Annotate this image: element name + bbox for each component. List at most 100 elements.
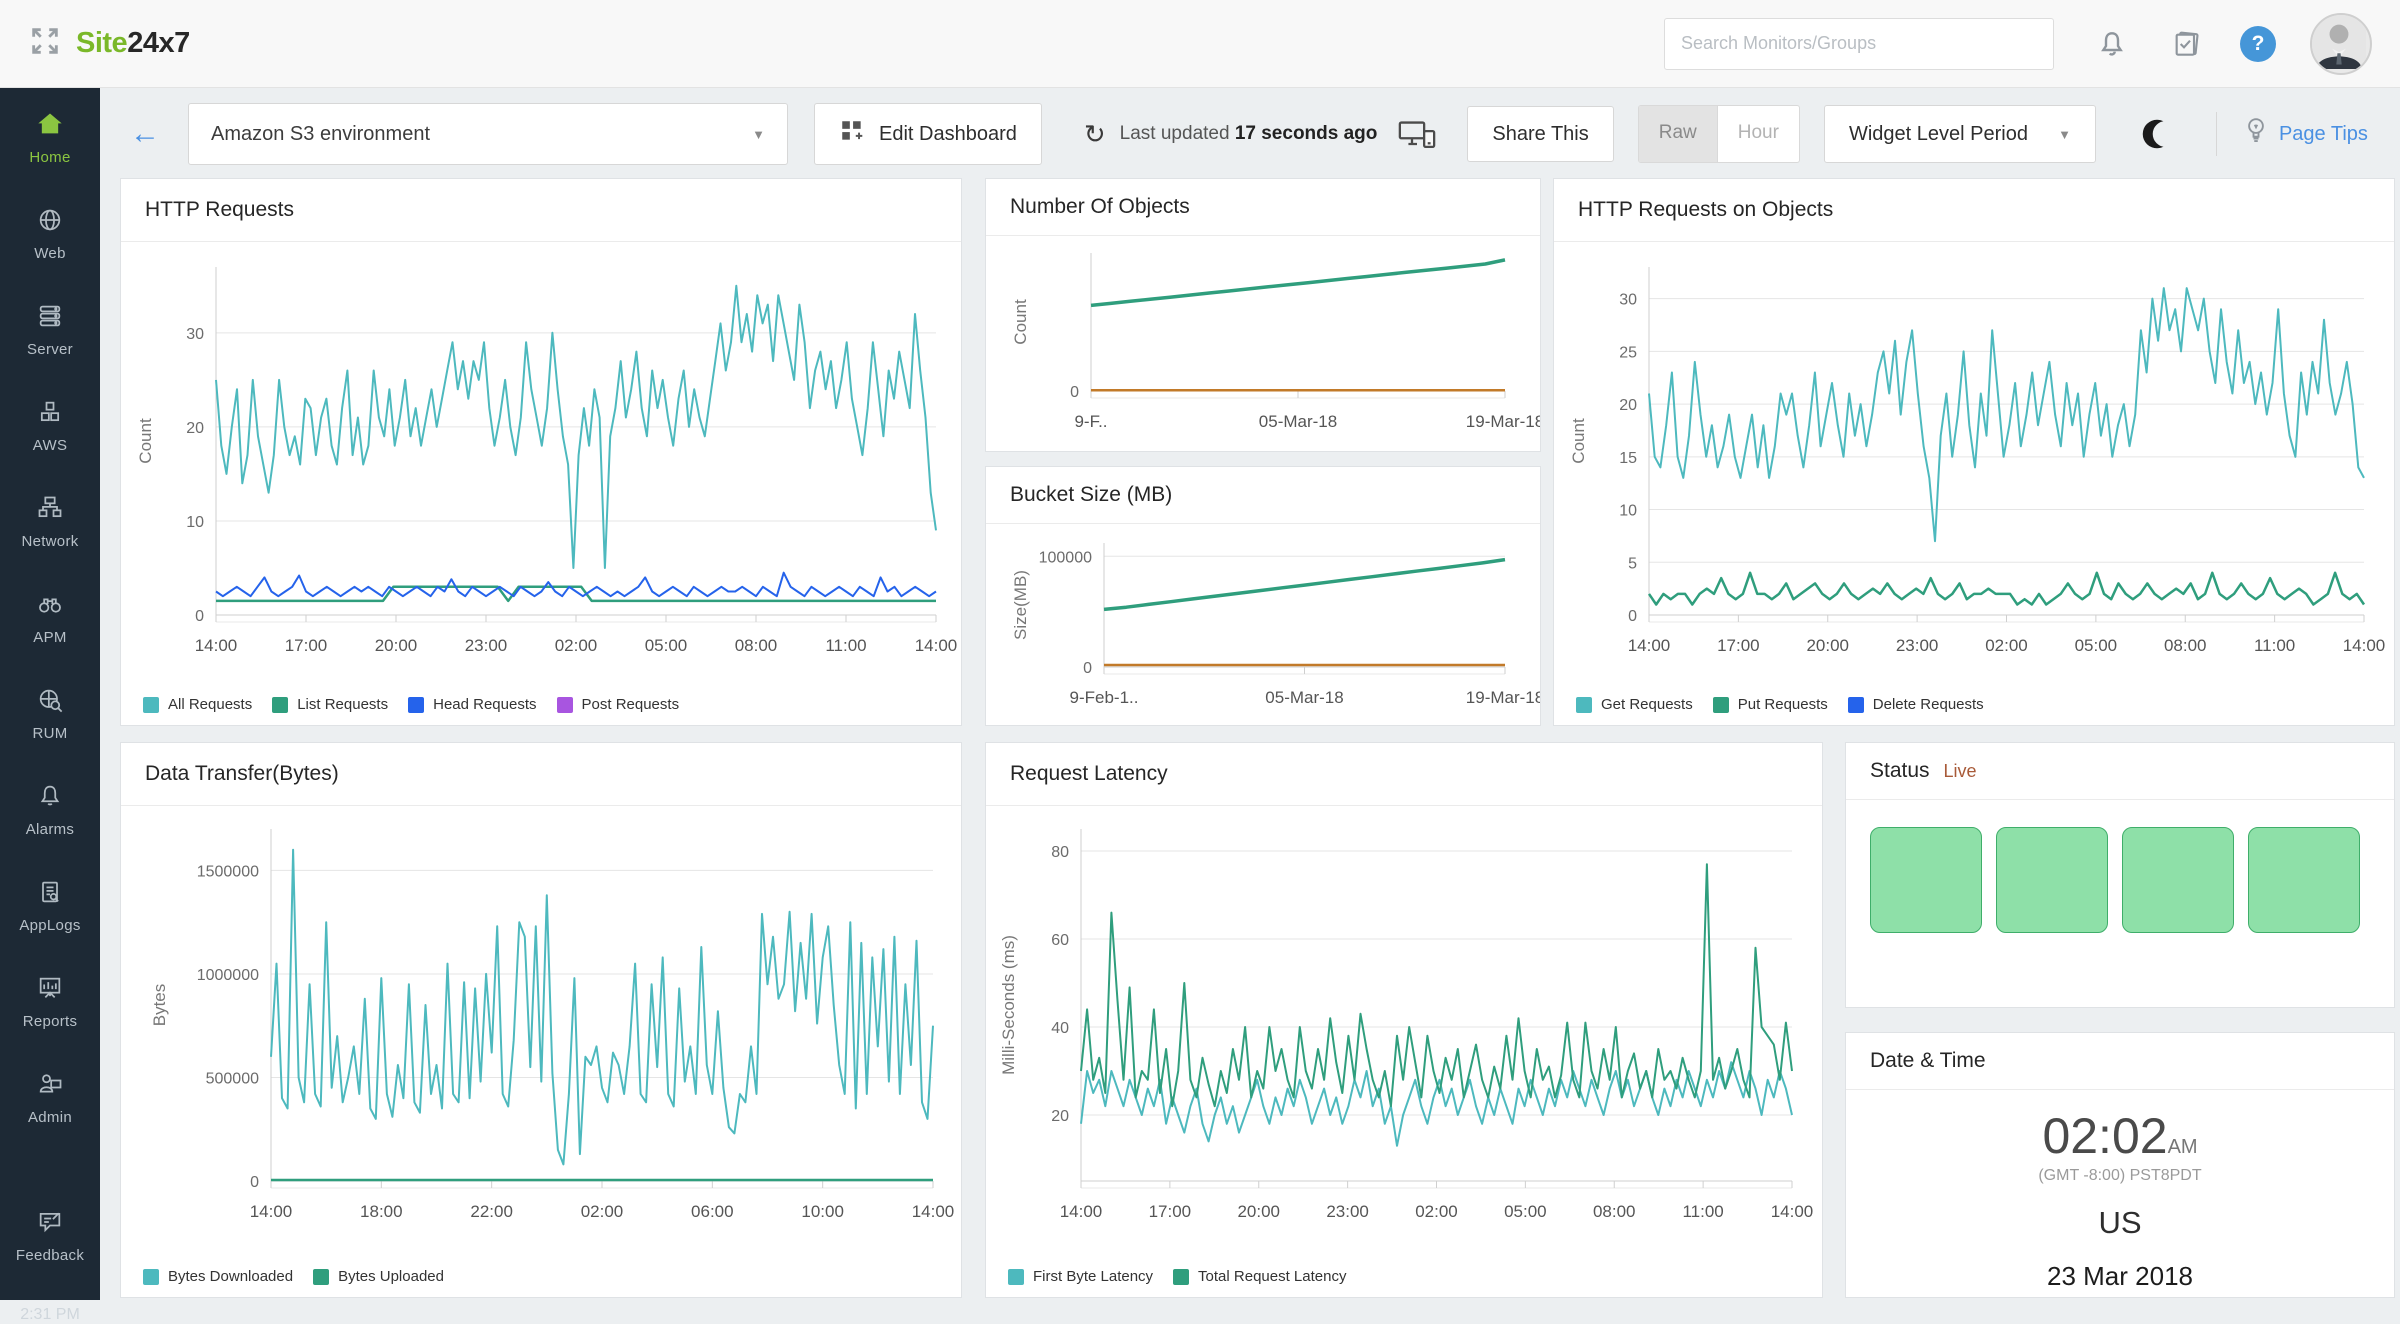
svg-text:0: 0 xyxy=(1083,660,1092,677)
svg-text:Count: Count xyxy=(136,418,155,464)
status-box[interactable] xyxy=(1870,827,1982,933)
chart-legend: First Byte Latency Total Request Latency xyxy=(1008,1268,1346,1285)
sidebar-item-applogs[interactable]: AppLogs xyxy=(19,878,80,934)
sidebar-item-server[interactable]: Server xyxy=(27,302,73,358)
legend-item[interactable]: Get Requests xyxy=(1576,696,1693,713)
dashboard-toolbar: ← Amazon S3 environment ▼ Edit Dashboard… xyxy=(100,88,2400,180)
site24x7-logo[interactable]: Site24x7 xyxy=(28,24,190,63)
topbar: Site24x7 ? xyxy=(0,0,2400,88)
sidebar-item-network[interactable]: Network xyxy=(21,494,78,550)
sidebar-item-apm[interactable]: APM xyxy=(33,590,66,646)
widget-title: Number Of Objects xyxy=(1010,195,1190,219)
legend-label: First Byte Latency xyxy=(1033,1268,1153,1285)
svg-text:05-Mar-18: 05-Mar-18 xyxy=(1259,412,1337,431)
legend-item[interactable]: Total Request Latency xyxy=(1173,1268,1346,1285)
sidebar-item-alarms[interactable]: Alarms xyxy=(26,782,74,838)
legend-item[interactable]: All Requests xyxy=(143,696,252,713)
svg-text:11:00: 11:00 xyxy=(825,636,866,655)
legend-label: Get Requests xyxy=(1601,696,1693,713)
legend-item[interactable]: Bytes Downloaded xyxy=(143,1268,293,1285)
svg-text:500000: 500000 xyxy=(206,1070,259,1087)
legend-item[interactable]: Bytes Uploaded xyxy=(313,1268,444,1285)
edit-dashboard-button[interactable]: Edit Dashboard xyxy=(814,103,1042,165)
svg-text:9-F..: 9-F.. xyxy=(1074,412,1107,431)
data-transfer-widget: Data Transfer(Bytes) 0500000100000015000… xyxy=(120,742,962,1298)
last-updated: Last updated 17 seconds ago xyxy=(1120,123,1378,145)
sidebar-item-web[interactable]: Web xyxy=(34,206,65,262)
http-requests-chart: 010203014:0017:0020:0023:0002:0005:0008:… xyxy=(121,241,961,671)
sidebar-item-label: Network xyxy=(21,533,78,550)
back-arrow-icon[interactable]: ← xyxy=(130,117,160,151)
sidebar-item-label: APM xyxy=(33,629,66,646)
svg-text:17:00: 17:00 xyxy=(285,636,328,655)
legend-swatch xyxy=(1173,1269,1189,1285)
date-time-widget: Date & Time 02:02AM (GMT -8:00) PST8PDT … xyxy=(1845,1032,2395,1298)
status-box[interactable] xyxy=(2248,827,2360,933)
search-input[interactable] xyxy=(1664,18,2054,70)
legend-label: Total Request Latency xyxy=(1198,1268,1346,1285)
legend-item[interactable]: List Requests xyxy=(272,696,388,713)
sidebar-item-rum[interactable]: RUM xyxy=(32,686,67,742)
moon-icon[interactable] xyxy=(2138,115,2176,153)
svg-text:23:00: 23:00 xyxy=(465,636,508,655)
legend-label: Post Requests xyxy=(582,696,680,713)
svg-text:Count: Count xyxy=(1569,418,1588,464)
widget-title: HTTP Requests on Objects xyxy=(1578,198,1833,222)
sidebar-item-reports[interactable]: Reports xyxy=(23,974,78,1030)
status-boxes xyxy=(1870,827,2360,933)
sidebar-item-aws[interactable]: AWS xyxy=(33,398,68,454)
sidebar-item-feedback[interactable]: Feedback xyxy=(16,1208,84,1264)
tasks-check-icon[interactable] xyxy=(2170,28,2202,60)
sidebar-item-label: Web xyxy=(34,245,65,262)
clock-time: 02:02AM xyxy=(1846,1107,2394,1165)
toggle-raw[interactable]: Raw xyxy=(1639,106,1718,162)
chevron-down-icon: ▼ xyxy=(752,127,765,142)
share-this-button[interactable]: Share This xyxy=(1467,106,1613,162)
svg-text:20:00: 20:00 xyxy=(1806,636,1849,655)
sidebar-item-label: Reports xyxy=(23,1013,78,1030)
sidebar-item-label: AppLogs xyxy=(19,917,80,934)
status-box[interactable] xyxy=(2122,827,2234,933)
legend-item[interactable]: First Byte Latency xyxy=(1008,1268,1153,1285)
avatar[interactable] xyxy=(2310,13,2372,75)
sidebar-item-home[interactable]: Home xyxy=(29,110,70,166)
legend-item[interactable]: Post Requests xyxy=(557,696,680,713)
legend-swatch xyxy=(1008,1269,1024,1285)
widget-title: Data Transfer(Bytes) xyxy=(145,762,339,786)
sidebar-clock: 2:31 PM xyxy=(20,1306,80,1324)
legend-label: Bytes Uploaded xyxy=(338,1268,444,1285)
page-tips-label: Page Tips xyxy=(2279,123,2368,146)
svg-text:9-Feb-1..: 9-Feb-1.. xyxy=(1070,688,1139,707)
sidebar-item-label: Server xyxy=(27,341,73,358)
bell-icon[interactable] xyxy=(2096,28,2128,60)
chart-legend: All Requests List Requests Head Requests Po… xyxy=(143,696,679,713)
svg-text:Milli-Seconds (ms): Milli-Seconds (ms) xyxy=(999,935,1018,1075)
sidebar-item-admin[interactable]: Admin xyxy=(28,1070,72,1126)
legend-item[interactable]: Delete Requests xyxy=(1848,696,1984,713)
legend-item[interactable]: Put Requests xyxy=(1713,696,1828,713)
home-icon xyxy=(36,110,64,143)
legend-item[interactable]: Head Requests xyxy=(408,696,536,713)
sidebar-item-label: RUM xyxy=(32,725,67,742)
refresh-icon[interactable]: ↻ xyxy=(1084,119,1106,150)
svg-text:10: 10 xyxy=(1619,503,1637,520)
widget-level-period-select[interactable]: Widget Level Period▼ xyxy=(1824,105,2096,163)
status-box[interactable] xyxy=(1996,827,2108,933)
svg-text:15: 15 xyxy=(1619,450,1637,467)
legend-label: Put Requests xyxy=(1738,696,1828,713)
dashboard-select[interactable]: Amazon S3 environment ▼ xyxy=(188,103,788,165)
toggle-hour[interactable]: Hour xyxy=(1718,106,1799,162)
svg-text:05-Mar-18: 05-Mar-18 xyxy=(1265,688,1343,707)
widget-level-period-label: Widget Level Period xyxy=(1849,123,2028,146)
widget-title: Bucket Size (MB) xyxy=(1010,483,1172,507)
devices-icon[interactable] xyxy=(1397,117,1437,151)
web-icon xyxy=(36,206,64,239)
legend-label: Bytes Downloaded xyxy=(168,1268,293,1285)
network-icon xyxy=(36,494,64,527)
legend-swatch xyxy=(143,1269,159,1285)
svg-text:05:00: 05:00 xyxy=(2075,636,2118,655)
http-requests-widget: HTTP Requests 010203014:0017:0020:0023:0… xyxy=(120,178,962,726)
help-icon[interactable]: ? xyxy=(2240,26,2276,62)
page-tips-link[interactable]: Page Tips xyxy=(2243,116,2368,152)
widget-title: Request Latency xyxy=(1010,762,1168,786)
